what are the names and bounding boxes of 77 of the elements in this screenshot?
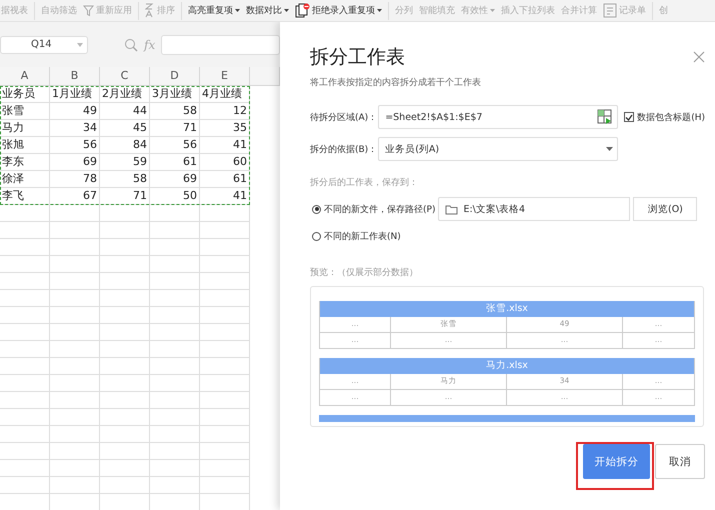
- table-cell: 张旭: [0, 137, 50, 154]
- field-label: 拆分的依据(B)：: [310, 144, 378, 156]
- checkbox-label: 数据包含标题(H): [637, 112, 705, 124]
- table-cell: 60: [200, 154, 250, 171]
- sort-icon: [145, 3, 155, 18]
- name-box[interactable]: Q14: [0, 36, 88, 54]
- cancel-button[interactable]: 取消: [655, 444, 705, 479]
- section-label: 预览：（仅展示部分数据）: [310, 266, 419, 279]
- table-cell: 1月业绩: [50, 86, 100, 103]
- table-cell: 71: [100, 188, 150, 205]
- dropdown-field[interactable]: 业务员(列A): [378, 137, 618, 161]
- table-cell: 49: [50, 103, 100, 120]
- radio-button[interactable]: [312, 232, 321, 240]
- toolbar-button[interactable]: 拒绝录入重复项: [295, 3, 382, 18]
- table-cell: 56: [50, 137, 100, 154]
- table-cell: 张雪: [0, 103, 50, 120]
- range-select-icon: [597, 109, 614, 125]
- section-label: 拆分后的工作表，保存到：: [310, 176, 419, 189]
- preview-sheet-title: 张雪.xlsx: [320, 301, 694, 317]
- caret-icon: [606, 147, 614, 151]
- table-cell: 12: [200, 103, 250, 120]
- toolbar-button[interactable]: 数据对比: [246, 4, 289, 17]
- table-cell: 34: [50, 120, 100, 137]
- table-cell: 2月业绩: [100, 86, 150, 103]
- table-cell: 58: [100, 171, 150, 188]
- path-field[interactable]: E:\文案\表格4: [438, 197, 630, 221]
- preview-sheet-title: 马力.xlsx: [320, 358, 694, 374]
- table-cell: 67: [50, 188, 100, 205]
- table-cell: 44: [100, 103, 150, 120]
- checkmark-icon: [625, 114, 634, 120]
- table-cell: 41: [200, 188, 250, 205]
- table-cell: 78: [50, 171, 100, 188]
- table-cell: 李东: [0, 154, 50, 171]
- field-label: 待拆分区域(A)：: [310, 112, 378, 124]
- table-cell: 56: [150, 137, 200, 154]
- table-cell: 69: [50, 154, 100, 171]
- column-header[interactable]: A: [0, 67, 50, 86]
- dialog-subtitle: 将工作表按指定的内容拆分成若干个工作表: [310, 76, 482, 89]
- toolbar-button[interactable]: 高亮重复项: [188, 4, 240, 17]
- table-cell: 3月业绩: [150, 86, 200, 103]
- table-cell: 李飞: [0, 188, 50, 205]
- table-cell: 45: [100, 120, 150, 137]
- start-split-button[interactable]: 开始拆分: [583, 444, 650, 479]
- formula-label: fx: [144, 38, 156, 52]
- no-duplicate-icon: [295, 3, 310, 18]
- close-icon: [693, 51, 705, 63]
- table-cell: 徐泽: [0, 171, 50, 188]
- checkbox[interactable]: [624, 112, 634, 122]
- form-icon: [603, 3, 617, 18]
- column-header[interactable]: E: [200, 67, 250, 86]
- column-header[interactable]: B: [50, 67, 100, 86]
- table-cell: 35: [200, 120, 250, 137]
- option-label: 不同的新工作表(N): [324, 230, 401, 242]
- caret-icon: [77, 42, 83, 46]
- folder-icon: [445, 204, 460, 214]
- filter-icon: [83, 4, 94, 17]
- table-cell: 61: [200, 171, 250, 188]
- dialog-title: 拆分工作表: [310, 45, 405, 70]
- zoom-icon: [124, 38, 138, 52]
- table-cell: 59: [100, 154, 150, 171]
- table-cell: 69: [150, 171, 200, 188]
- table-cell: 马力: [0, 120, 50, 137]
- table-cell: 84: [100, 137, 150, 154]
- range-field[interactable]: =Sheet2!$A$1:$E$7: [378, 105, 618, 129]
- table-cell: 业务员: [0, 86, 50, 103]
- column-header[interactable]: C: [100, 67, 150, 86]
- option-label: 不同的新文件，保存路径(P): [324, 204, 436, 216]
- table-cell: 41: [200, 137, 250, 154]
- table-cell: 4月业绩: [200, 86, 250, 103]
- table-cell: 58: [150, 103, 200, 120]
- browse-button[interactable]: 浏览(O): [633, 197, 698, 221]
- table-cell: 71: [150, 120, 200, 137]
- column-header[interactable]: D: [150, 67, 200, 86]
- formula-field[interactable]: [161, 34, 280, 54]
- table-cell: 50: [150, 188, 200, 205]
- radio-button[interactable]: [312, 204, 321, 214]
- table-cell: 61: [150, 154, 200, 171]
